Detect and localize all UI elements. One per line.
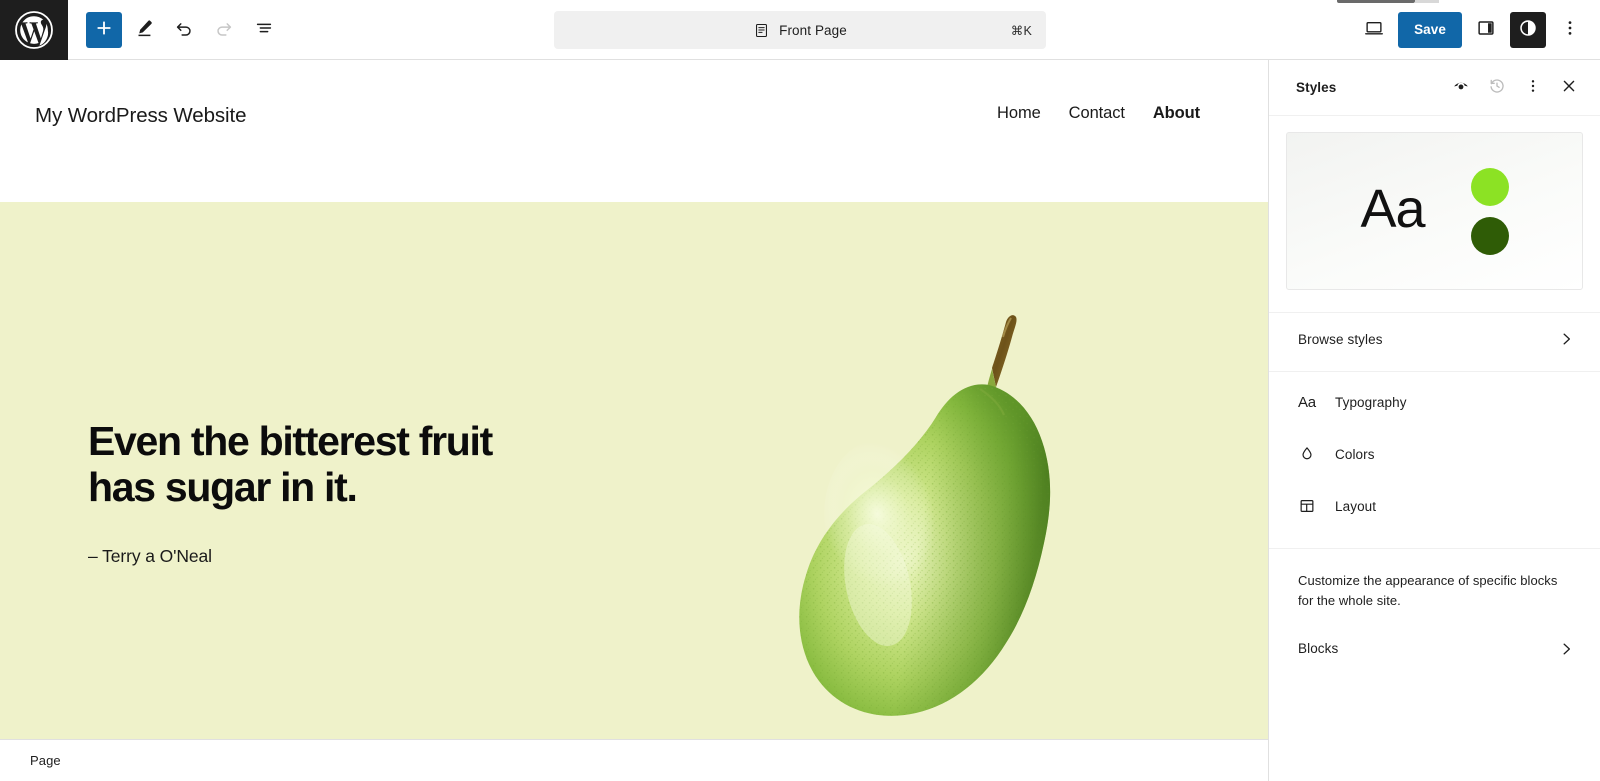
command-center-button[interactable]: Front Page ⌘K — [554, 11, 1046, 49]
nav-link-about[interactable]: About — [1153, 104, 1200, 123]
editor-top-toolbar: Front Page ⌘K Save — [0, 0, 1600, 60]
styles-section-colors[interactable]: Colors — [1269, 428, 1600, 480]
styles-section-typography-label: Typography — [1335, 394, 1407, 410]
browse-styles-row[interactable]: Browse styles — [1269, 313, 1600, 365]
style-preview-sample-text: Aa — [1360, 179, 1425, 239]
styles-panel-header: Styles — [1269, 60, 1600, 116]
editor-options-button[interactable] — [1552, 12, 1588, 48]
styles-section-typography[interactable]: Aa Typography — [1269, 376, 1600, 428]
editor-canvas[interactable]: My WordPress Website Home Contact About … — [0, 60, 1268, 781]
redo-button[interactable] — [206, 12, 242, 48]
wordpress-logo-icon — [14, 10, 54, 50]
nav-link-home[interactable]: Home — [997, 104, 1041, 123]
clock-history-icon — [1487, 76, 1507, 99]
color-drop-icon — [1298, 445, 1322, 463]
eye-icon — [1451, 76, 1471, 99]
close-styles-panel-button[interactable] — [1552, 71, 1586, 105]
swatch-primary — [1470, 167, 1509, 206]
nav-link-contact[interactable]: Contact — [1069, 104, 1125, 123]
styles-section-layout-label: Layout — [1335, 498, 1377, 514]
revisions-button[interactable] — [1480, 71, 1514, 105]
pear-illustration-image[interactable] — [756, 293, 1086, 739]
undo-button[interactable] — [166, 12, 202, 48]
site-title: My WordPress Website — [35, 104, 247, 127]
three-dots-vertical-icon — [1559, 17, 1581, 42]
hero-quote-line-2: has sugar in it. — [88, 464, 358, 510]
redo-icon — [213, 17, 235, 42]
undo-icon — [173, 17, 195, 42]
close-x-icon — [1559, 76, 1579, 99]
editor-body: My WordPress Website Home Contact About … — [0, 60, 1600, 781]
style-preview-wrap: Aa — [1269, 116, 1600, 290]
styles-sections-group: Aa Typography Colors Layout — [1269, 372, 1600, 532]
style-book-button[interactable] — [1444, 71, 1478, 105]
edit-mode-button[interactable] — [126, 12, 162, 48]
hero-attribution: – Terry a O'Neal — [88, 546, 212, 567]
sidebar-panel-icon — [1475, 17, 1497, 42]
styles-panel-title: Styles — [1296, 80, 1337, 95]
styles-toggle-button[interactable] — [1510, 11, 1546, 48]
list-view-button[interactable] — [246, 12, 282, 48]
editor-status-bar: Page — [0, 739, 1268, 781]
plus-icon — [93, 17, 115, 42]
typography-aa-icon: Aa — [1298, 395, 1322, 410]
pencil-icon — [133, 17, 155, 42]
tooltip-sliver — [1337, 0, 1415, 3]
styles-more-options-button[interactable] — [1516, 71, 1550, 105]
command-center-label: Front Page — [779, 22, 847, 38]
style-preview-swatches — [1470, 167, 1509, 255]
settings-sidebar-toggle-button[interactable] — [1468, 12, 1504, 48]
browse-styles-label: Browse styles — [1298, 331, 1383, 347]
styles-sidebar: Styles Aa Browse styles Aa Typography Co… — [1268, 60, 1600, 781]
status-bar-label: Page — [30, 753, 61, 768]
three-dots-vertical-icon — [1523, 76, 1543, 99]
typography-aa-glyph: Aa — [1298, 393, 1316, 411]
styles-blocks-row[interactable]: Blocks — [1269, 623, 1600, 675]
contrast-circle-icon — [1517, 17, 1539, 42]
styles-section-layout[interactable]: Layout — [1269, 480, 1600, 532]
save-button[interactable]: Save — [1398, 11, 1462, 48]
command-center-shortcut: ⌘K — [1010, 23, 1032, 38]
blocks-description: Customize the appearance of specific blo… — [1298, 573, 1558, 608]
site-navigation: Home Contact About — [997, 104, 1220, 123]
style-variation-preview[interactable]: Aa — [1286, 132, 1583, 290]
list-view-icon — [253, 17, 275, 42]
styles-blocks-label: Blocks — [1298, 641, 1339, 657]
chevron-right-icon — [1557, 640, 1575, 658]
styles-section-colors-label: Colors — [1335, 446, 1375, 462]
swatch-secondary — [1470, 216, 1509, 255]
chevron-right-icon — [1557, 330, 1575, 348]
wordpress-site-editor: Front Page ⌘K Save My WordPress Website … — [0, 0, 1600, 781]
hero-text-block[interactable]: Even the bitterest fruit has sugar in it… — [0, 417, 493, 568]
wordpress-logo-button[interactable] — [0, 0, 68, 60]
toolbar-right-group: Save — [1356, 11, 1600, 48]
hero-quote-line-1: Even the bitterest fruit — [88, 417, 493, 464]
command-center-content: Front Page — [568, 22, 1032, 39]
layout-grid-icon — [1298, 497, 1322, 515]
toolbar-left-group — [68, 11, 282, 48]
hero-section[interactable]: Even the bitterest fruit has sugar in it… — [0, 202, 1268, 739]
styles-panel-header-actions — [1444, 71, 1586, 105]
tooltip-sliver-secondary — [1415, 0, 1439, 3]
hero-quote: Even the bitterest fruit has sugar in it… — [88, 417, 493, 511]
document-icon — [753, 22, 770, 39]
desktop-icon — [1363, 17, 1385, 42]
device-preview-button[interactable] — [1356, 12, 1392, 48]
site-header[interactable]: My WordPress Website Home Contact About — [0, 60, 1268, 202]
add-block-button[interactable] — [86, 11, 122, 48]
styles-panel-body: Aa Browse styles Aa Typography Colors La… — [1269, 116, 1600, 781]
